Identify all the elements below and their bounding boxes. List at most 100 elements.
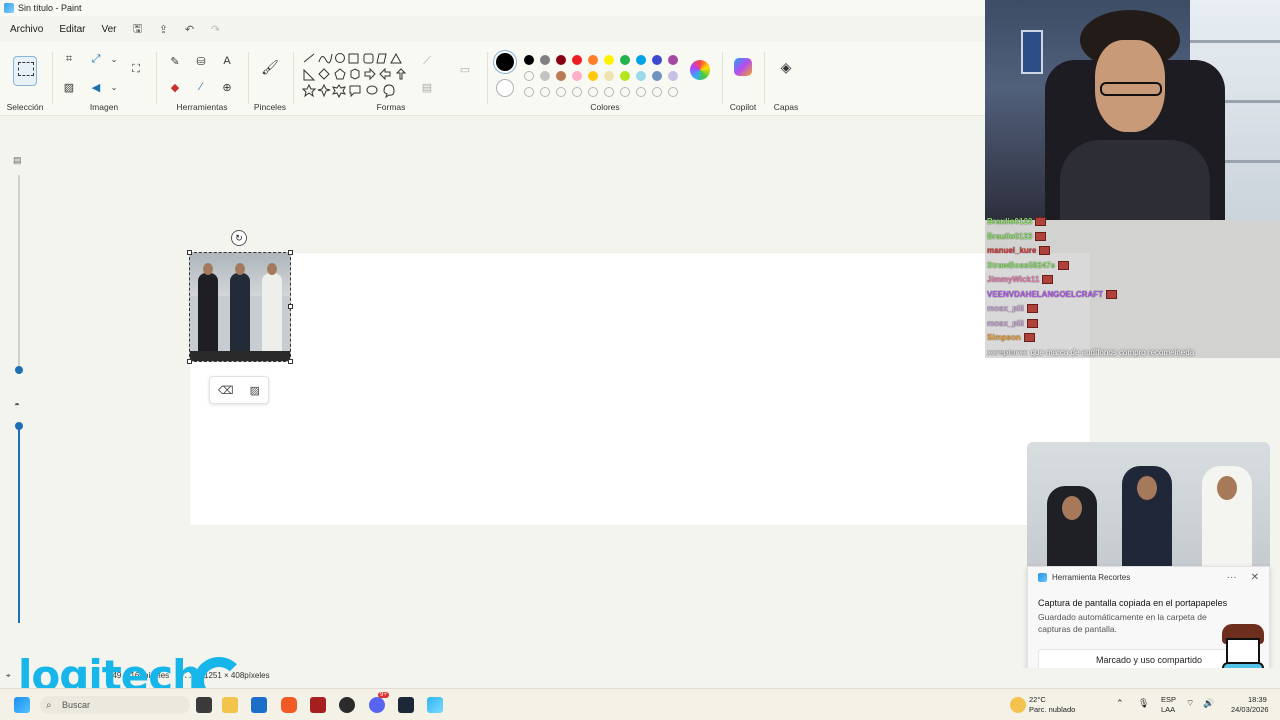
shape-size-icon[interactable]: ▭ [456,60,474,78]
close-icon[interactable]: ✕ [1251,572,1259,583]
video-editor-icon[interactable] [310,697,326,713]
copilot-icon[interactable] [734,58,752,76]
rotate-icon[interactable]: ◀ [87,78,105,96]
layers-icon[interactable]: ◈ [777,58,795,76]
resize-handle[interactable] [187,359,192,364]
resize-icon[interactable]: ⤢ [87,50,105,68]
brush-icon[interactable]: 🖌 [261,58,279,76]
shapes-gallery[interactable] [302,52,406,102]
color-swatch[interactable] [588,55,598,65]
custom-color-slot[interactable] [636,87,646,97]
share-icon[interactable]: ⇪ [153,20,175,38]
steam-icon[interactable] [398,697,414,713]
rotate-handle-icon[interactable]: ↻ [231,230,247,246]
eraser-icon[interactable]: ◆ [166,78,184,96]
color-swatch[interactable] [652,55,662,65]
color-swatch[interactable] [620,55,630,65]
undo-icon[interactable]: ↶ [179,20,201,38]
custom-color-slot[interactable] [540,87,550,97]
menu-file[interactable]: Archivo [4,22,49,37]
chat-message: mosx_plii [987,317,1038,330]
custom-color-slot[interactable] [668,87,678,97]
more-options-icon[interactable]: ··· [1227,572,1237,583]
color-swatch[interactable] [604,55,614,65]
tray-expand-icon[interactable]: ⌃ [1116,699,1124,708]
microphone-icon[interactable]: 🎙 [1138,699,1149,708]
task-view-icon[interactable] [196,697,212,713]
outline-icon[interactable]: ⟋ [418,52,436,70]
paint-taskbar-icon[interactable] [427,697,443,713]
taskbar-search-box[interactable]: ⌕ Buscar [40,696,190,714]
color-swatch[interactable] [668,55,678,65]
color-swatch[interactable] [524,55,534,65]
volume-icon[interactable]: 🔊 [1203,699,1214,708]
obs-icon[interactable] [339,697,355,713]
lang-line2[interactable]: LAA [1161,705,1175,714]
rotate-dropdown-icon[interactable]: ⌄ [105,78,123,96]
color-swatch[interactable] [588,71,598,81]
color-swatch[interactable] [540,55,550,65]
custom-color-slot[interactable] [572,87,582,97]
custom-color-slot[interactable] [524,87,534,97]
erase-selection-icon[interactable]: ⌫ [218,384,234,397]
color-swatch[interactable] [524,71,534,81]
magnifier-icon[interactable]: ⊕ [218,78,236,96]
discord-icon[interactable] [369,697,385,713]
selection-tool-button[interactable] [13,56,37,86]
menu-edit[interactable]: Editar [53,22,91,37]
remove-background-icon[interactable]: ▨ [60,78,78,96]
size-slider-thumb[interactable] [15,422,23,430]
color-swatch[interactable] [636,55,646,65]
drawing-canvas[interactable] [190,253,1090,525]
color-swatch[interactable] [604,71,614,81]
file-explorer-icon[interactable] [222,697,238,713]
resize-handle[interactable] [288,304,293,309]
resize-handle[interactable] [288,359,293,364]
store-icon[interactable] [251,697,267,713]
chat-emote-icon [1039,246,1051,255]
custom-color-slot[interactable] [604,87,614,97]
color-swatch[interactable] [652,71,662,81]
custom-color-slot[interactable] [652,87,662,97]
custom-color-slot[interactable] [556,87,566,97]
network-icon[interactable]: ⌔ [1186,699,1194,708]
size-slider-track[interactable] [18,428,20,623]
menu-view[interactable]: Ver [95,22,122,37]
text-icon[interactable]: A [218,52,236,70]
lang-line1[interactable]: ESP [1161,695,1176,704]
crop-icon[interactable]: ⌗ [60,50,78,68]
snip-preview-image[interactable] [1027,442,1270,566]
color-swatch[interactable] [572,55,582,65]
color-swatch[interactable] [556,71,566,81]
custom-color-slot[interactable] [588,87,598,97]
fill-icon[interactable]: ⛁ [192,52,210,70]
save-icon[interactable]: 🖫 [127,20,149,38]
color-picker-icon[interactable]: ⁄ [192,78,210,96]
redo-icon[interactable]: ↷ [205,20,227,38]
start-icon[interactable] [14,697,30,713]
clock-time[interactable]: 18:39 [1248,695,1267,704]
pasted-image-selection[interactable] [189,252,291,362]
color-swatch[interactable] [636,71,646,81]
secondary-color-swatch[interactable] [496,79,514,97]
color-swatch[interactable] [540,71,550,81]
weather-icon[interactable] [1010,697,1026,713]
color-swatch[interactable] [556,55,566,65]
color-swatch[interactable] [620,71,630,81]
shape-fill-icon[interactable]: ▤ [418,78,436,96]
resize-handle[interactable] [187,250,192,255]
color-swatch[interactable] [572,71,582,81]
pencil-icon[interactable]: ✎ [166,52,184,70]
color-swatch[interactable] [668,71,678,81]
edit-colors-icon[interactable] [690,60,710,80]
image-select-icon[interactable]: ⛶ [127,60,145,78]
zoom-slider-thumb[interactable] [15,366,23,374]
clock-date[interactable]: 24/03/2026 [1231,705,1269,714]
resize-handle[interactable] [288,250,293,255]
resize-dropdown-icon[interactable]: ⌄ [105,50,123,68]
zoom-slider-track[interactable] [18,175,20,370]
custom-color-slot[interactable] [620,87,630,97]
brave-icon[interactable] [281,697,297,713]
primary-color-swatch[interactable] [496,53,514,71]
remove-background-icon[interactable]: ▨ [250,384,260,397]
